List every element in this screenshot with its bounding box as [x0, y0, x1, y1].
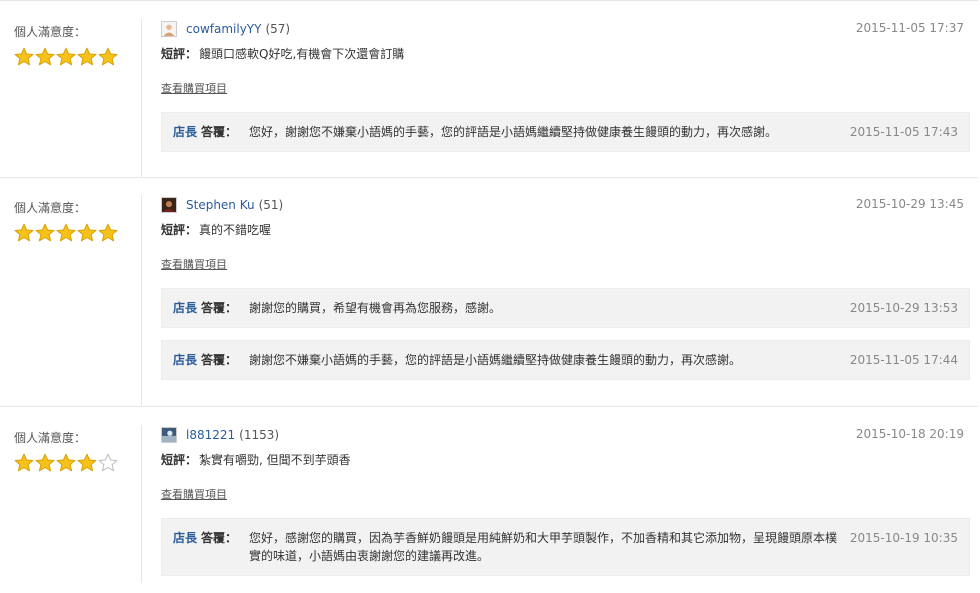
reply-label: 答覆：: [201, 125, 238, 139]
view-purchase-link[interactable]: 查看購買項目: [161, 256, 227, 272]
review-header: Stephen Ku (51) 2015-10-29 13:45: [161, 195, 970, 215]
star-filled-icon: [77, 47, 97, 66]
short-review-label: 短評：: [161, 453, 198, 467]
star-empty-icon: [98, 453, 118, 472]
short-review: 短評： 紮實有嚼勁, 但聞不到芋頭香: [161, 452, 970, 468]
reply-label: 答覆：: [201, 531, 238, 545]
reply-date: 2015-11-05 17:44: [849, 353, 958, 367]
view-purchase-link[interactable]: 查看購買項目: [161, 486, 227, 502]
shop-reply: 店長 答覆： 謝謝您的購買，希望有機會再為您服務，感謝。 2015-10-29 …: [161, 288, 970, 328]
satisfaction-label: 個人滿意度：: [14, 431, 87, 445]
reply-text: 您好，感謝您的購買，因為芋香鮮奶饅頭是用純鮮奶和大甲芋頭製作，不加香精和其它添加…: [249, 531, 838, 563]
short-review-text: 真的不錯吃喔: [199, 223, 272, 237]
review-body: l881221 (1153) 2015-10-18 20:19 短評： 紮實有嚼勁…: [161, 425, 970, 588]
username-link[interactable]: cowfamilyYY: [186, 22, 261, 36]
review-date: 2015-11-05 17:37: [855, 21, 964, 35]
short-review-text: 饅頭口感軟Q好吃,有機會下次還會訂購: [199, 47, 405, 61]
star-rating: [14, 223, 144, 243]
star-filled-icon: [14, 453, 34, 472]
star-filled-icon: [35, 453, 55, 472]
star-filled-icon: [35, 223, 55, 242]
reply-list: 店長 答覆： 您好，感謝您的購買，因為芋香鮮奶饅頭是用純鮮奶和大甲芋頭製作，不加…: [161, 518, 970, 576]
reply-text: 謝謝您不嫌棄小語媽的手藝，您的評語是小語媽繼續堅持做健康養生饅頭的動力，再次感謝…: [249, 353, 742, 367]
username-link[interactable]: Stephen Ku: [186, 198, 255, 212]
star-filled-icon: [35, 47, 55, 66]
satisfaction-label: 個人滿意度：: [14, 25, 87, 39]
shop-reply: 店長 答覆： 您好，謝謝您不嫌棄小語媽的手藝，您的評語是小語媽繼續堅持做健康養生…: [161, 112, 970, 152]
review-item: 個人滿意度： l881221 (1153) 2015-10-18 20:19 短…: [0, 407, 978, 593]
star-filled-icon: [14, 47, 34, 66]
short-review: 短評： 饅頭口感軟Q好吃,有機會下次還會訂購: [161, 46, 970, 62]
reply-date: 2015-10-19 10:35: [849, 531, 958, 545]
reply-label: 答覆：: [201, 353, 238, 367]
star-filled-icon: [98, 223, 118, 242]
divider: [141, 425, 142, 583]
user-photo-avatar-icon[interactable]: [161, 197, 177, 213]
reply-list: 店長 答覆： 您好，謝謝您不嫌棄小語媽的手藝，您的評語是小語媽繼續堅持做健康養生…: [161, 112, 970, 152]
reply-label: 答覆：: [201, 301, 238, 315]
star-filled-icon: [56, 47, 76, 66]
satisfaction-label: 個人滿意度：: [14, 201, 87, 215]
reply-date: 2015-10-29 13:53: [849, 301, 958, 315]
reviews-list: 個人滿意度： cowfamilyYY (57) 2015-11-05 17:37…: [0, 0, 980, 593]
review-header: l881221 (1153) 2015-10-18 20:19: [161, 425, 970, 445]
star-filled-icon: [77, 453, 97, 472]
view-purchase-link[interactable]: 查看購買項目: [161, 80, 227, 96]
review-date: 2015-10-29 13:45: [855, 197, 964, 211]
star-filled-icon: [14, 223, 34, 242]
short-review-label: 短評：: [161, 223, 198, 237]
short-review: 短評： 真的不錯吃喔: [161, 222, 970, 238]
divider: [141, 195, 142, 406]
review-header: cowfamilyYY (57) 2015-11-05 17:37: [161, 19, 970, 39]
star-rating: [14, 453, 144, 473]
review-item: 個人滿意度： Stephen Ku (51) 2015-10-29 13:45 …: [0, 177, 978, 407]
star-filled-icon: [98, 47, 118, 66]
review-body: Stephen Ku (51) 2015-10-29 13:45 短評： 真的不錯…: [161, 195, 970, 392]
reply-text: 謝謝您的購買，希望有機會再為您服務，感謝。: [249, 301, 502, 315]
star-filled-icon: [77, 223, 97, 242]
shop-reply: 店長 答覆： 謝謝您不嫌棄小語媽的手藝，您的評語是小語媽繼續堅持做健康養生饅頭的…: [161, 340, 970, 380]
short-review-label: 短評：: [161, 47, 198, 61]
username-link[interactable]: l881221: [186, 428, 235, 442]
review-date: 2015-10-18 20:19: [855, 427, 964, 441]
shop-reply: 店長 答覆： 您好，感謝您的購買，因為芋香鮮奶饅頭是用純鮮奶和大甲芋頭製作，不加…: [161, 518, 970, 576]
shop-owner-label: 店長: [173, 353, 198, 367]
shop-owner-label: 店長: [173, 301, 198, 315]
divider: [141, 19, 142, 177]
review-count: (51): [258, 198, 284, 212]
default-user-avatar-icon[interactable]: [161, 21, 177, 37]
review-count: (1153): [239, 428, 280, 442]
reply-list: 店長 答覆： 謝謝您的購買，希望有機會再為您服務，感謝。 2015-10-29 …: [161, 288, 970, 380]
rating-block: 個人滿意度：: [14, 24, 144, 67]
reply-date: 2015-11-05 17:43: [849, 125, 958, 139]
review-count: (57): [265, 22, 291, 36]
short-review-text: 紮實有嚼勁, 但聞不到芋頭香: [199, 453, 351, 467]
star-rating: [14, 47, 144, 67]
rating-block: 個人滿意度：: [14, 200, 144, 243]
review-body: cowfamilyYY (57) 2015-11-05 17:37 短評： 饅頭口…: [161, 19, 970, 164]
star-filled-icon: [56, 223, 76, 242]
reply-text: 您好，謝謝您不嫌棄小語媽的手藝，您的評語是小語媽繼續堅持做健康養生饅頭的動力，再…: [249, 125, 778, 139]
shop-owner-label: 店長: [173, 125, 198, 139]
user-photo-avatar-icon[interactable]: [161, 427, 177, 443]
rating-block: 個人滿意度：: [14, 430, 144, 473]
review-item: 個人滿意度： cowfamilyYY (57) 2015-11-05 17:37…: [0, 0, 978, 178]
shop-owner-label: 店長: [173, 531, 198, 545]
star-filled-icon: [56, 453, 76, 472]
